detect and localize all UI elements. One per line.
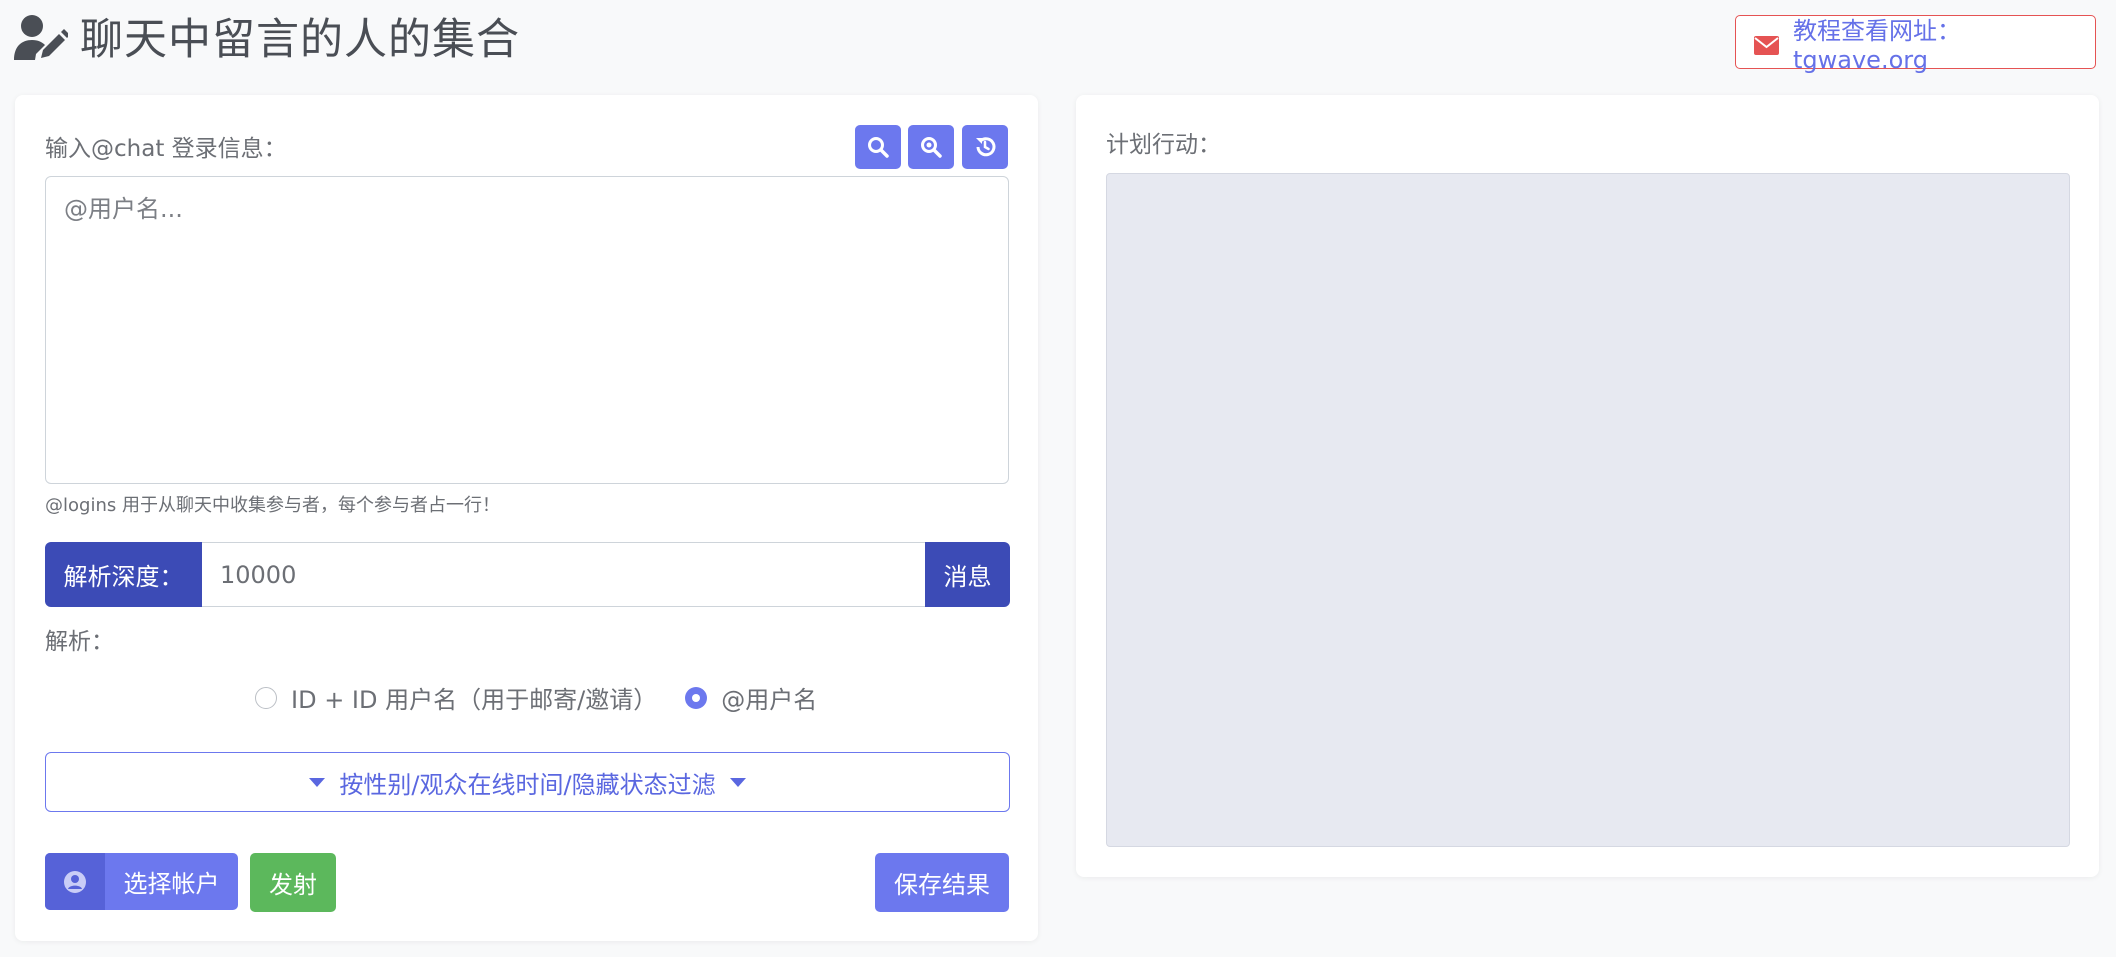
search-icon	[868, 137, 889, 158]
chat-input-label: 输入@chat 登录信息：	[45, 136, 287, 162]
zoom-button[interactable]	[908, 125, 954, 169]
parse-mode-radio-group: ID + ID 用户名（用于邮寄/邀请） @用户名	[255, 680, 845, 715]
caret-down-icon	[729, 777, 746, 787]
radio-option-username[interactable]: @用户名	[685, 680, 817, 715]
launch-button[interactable]: 发射	[250, 853, 336, 912]
save-results-button[interactable]: 保存结果	[875, 853, 1009, 912]
parse-depth-input[interactable]	[202, 542, 925, 607]
plan-panel: 计划行动：	[1076, 95, 2099, 877]
textarea-hint: @logins 用于从聊天中收集参与者，每个参与者占一行！	[45, 495, 500, 516]
radio-label: @用户名	[721, 686, 818, 714]
select-account-label: 选择帐户	[123, 870, 220, 898]
filter-button-label: 按性别/观众在线时间/隐藏状态过滤	[339, 770, 716, 799]
plan-label: 计划行动：	[1106, 132, 1221, 158]
tutorial-link[interactable]: 教程查看网址：tgwave.org	[1735, 15, 2096, 74]
envelope-icon	[1754, 33, 1779, 55]
caret-down-icon	[309, 777, 326, 787]
user-circle-icon	[45, 853, 105, 910]
tutorial-link-label: 教程查看网址：tgwave.org	[1793, 16, 1961, 74]
plan-output-area	[1106, 173, 2070, 847]
filter-toggle-button[interactable]: 按性别/观众在线时间/隐藏状态过滤	[45, 752, 1010, 812]
parse-depth-group: 解析深度： 消息	[45, 542, 1010, 607]
parse-depth-unit: 消息	[925, 542, 1010, 607]
history-icon	[976, 137, 996, 157]
chat-logins-textarea[interactable]	[45, 176, 1009, 484]
parse-depth-label: 解析深度：	[45, 542, 202, 607]
radio-label: ID + ID 用户名（用于邮寄/邀请）	[291, 686, 658, 714]
radio-option-id-username[interactable]: ID + ID 用户名（用于邮寄/邀请）	[255, 680, 657, 715]
select-account-button[interactable]: 选择帐户	[45, 853, 238, 910]
radio-button[interactable]	[255, 686, 277, 709]
page-title: 聊天中留言的人的集合	[80, 15, 520, 65]
input-panel: 输入@chat 登录信息： @logins 用于从聊天中收集参与者，每个参与者占…	[15, 95, 1038, 941]
zoom-icon	[921, 137, 942, 158]
search-button[interactable]	[855, 125, 901, 169]
user-edit-icon	[14, 14, 70, 62]
parse-label: 解析：	[45, 629, 114, 655]
radio-button-checked[interactable]	[685, 686, 708, 709]
history-button[interactable]	[962, 125, 1008, 169]
